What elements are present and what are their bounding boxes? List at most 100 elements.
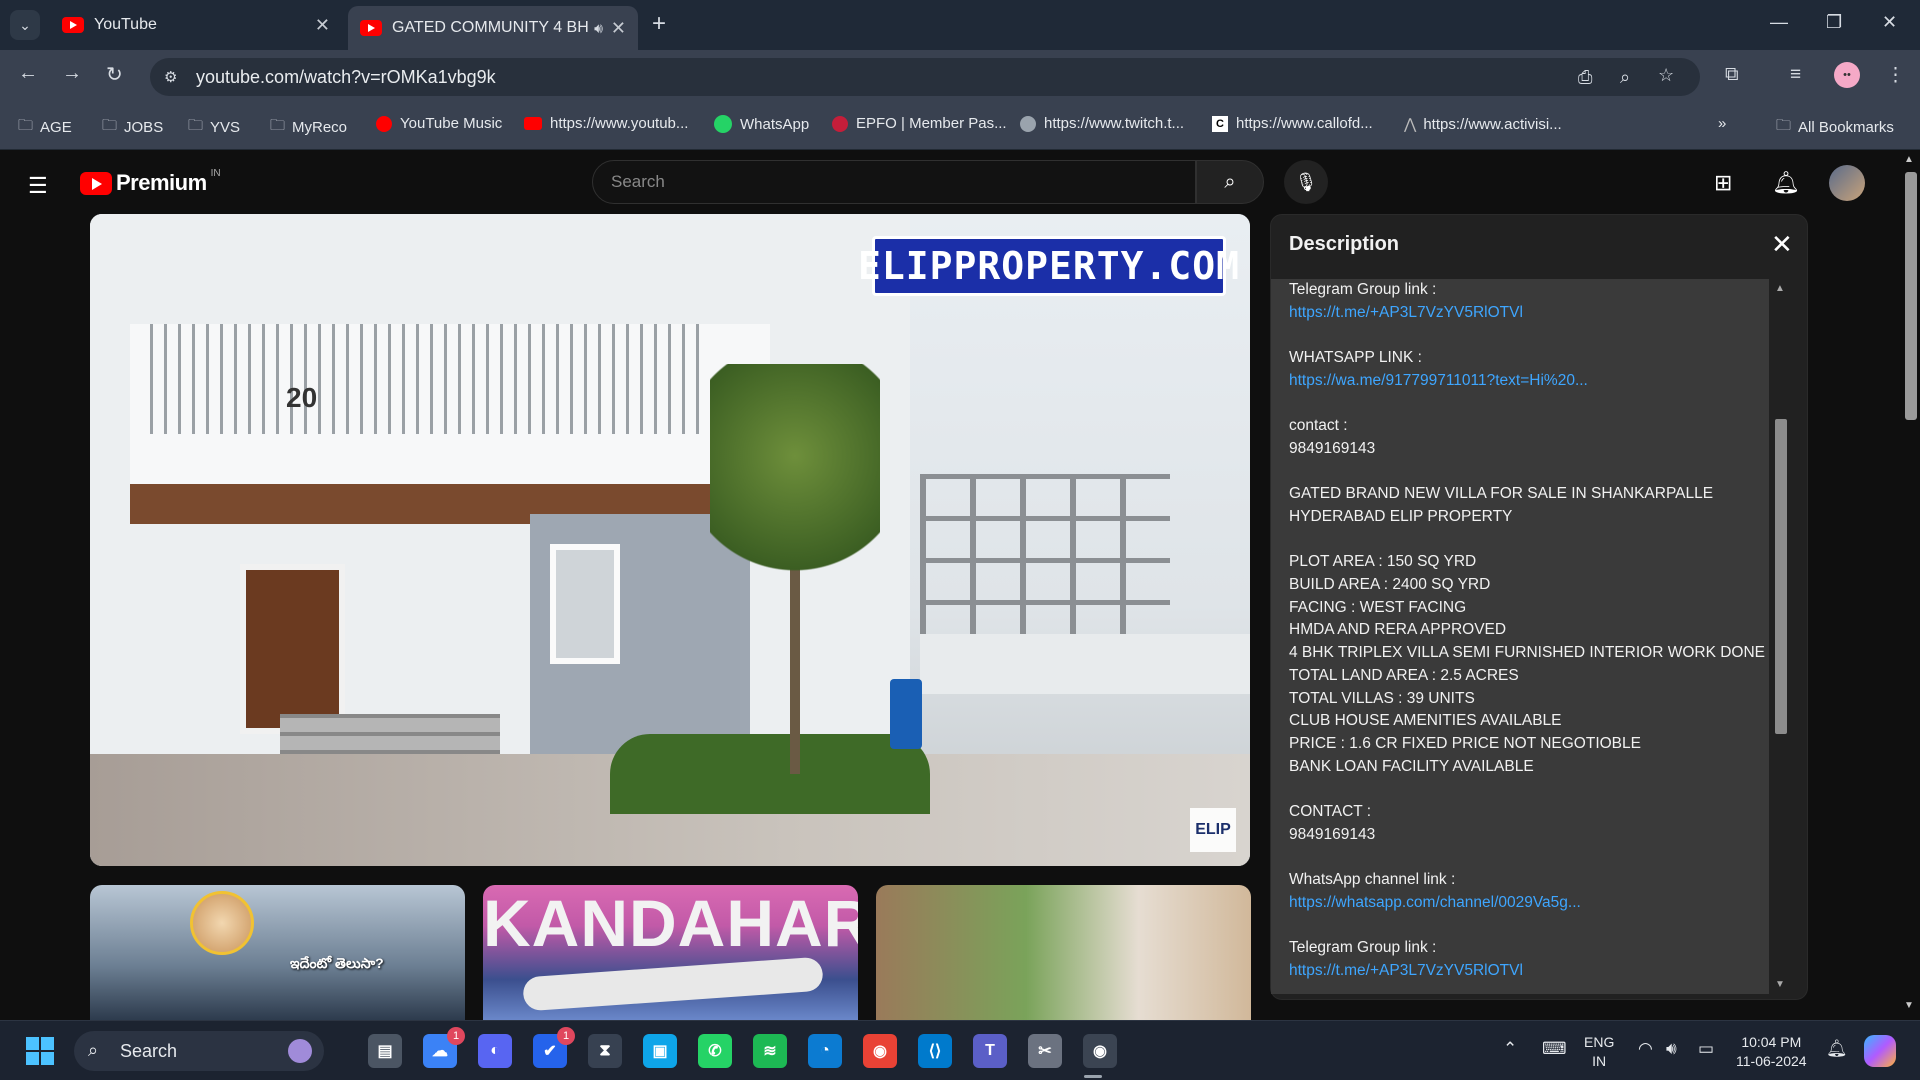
bookmark-myreco[interactable]: 🗀 MyReco [270,115,347,140]
scrollbar-thumb[interactable] [1775,419,1787,734]
wifi-icon[interactable]: ◠ [1638,1039,1653,1059]
activision-icon: ⋀ [1404,116,1417,133]
bookmark-jobs[interactable]: 🗀 JOBS [102,115,163,140]
description-body[interactable]: Telegram Group link : https://t.me/+AP3L7… [1271,279,1769,994]
discord-icon[interactable]: ◐ [478,1034,512,1068]
bookmark-youtube-music[interactable]: YouTube Music [376,115,502,132]
bookmark-epfo[interactable]: EPFO | Member Pas... [832,115,1007,132]
scroll-up-icon[interactable]: ▲ [1904,154,1914,165]
tab-gated-community[interactable]: GATED COMMUNITY 4 BHK 🔊︎ ✕ [348,6,638,50]
keyboard-icon[interactable]: ⌨ [1542,1039,1567,1059]
video-thumbnail[interactable]: KANDAHAR [483,885,858,1020]
profile-avatar[interactable]: •• [1834,62,1860,88]
scroll-down-icon[interactable]: ▼ [1775,979,1785,990]
zoom-icon[interactable]: ⌕ [1620,67,1630,88]
youtube-icon [360,20,382,36]
bookmark-youtube[interactable]: https://www.youtub... [524,115,688,132]
close-icon[interactable]: ✕ [1771,229,1793,260]
file-explorer-icon[interactable]: ▤ [368,1034,402,1068]
all-bookmarks[interactable]: 🗀 All Bookmarks [1776,115,1894,140]
scrollbar-thumb[interactable] [1905,172,1917,420]
language-indicator[interactable]: ENG IN [1584,1033,1614,1071]
vscode-icon[interactable]: ⟨⟩ [918,1034,952,1068]
close-tab-icon[interactable]: ✕ [315,15,330,36]
tab-title: YouTube [94,16,157,33]
tab-youtube[interactable]: YouTube ✕ [50,6,342,44]
remote-desktop-icon[interactable]: ▣ [643,1034,677,1068]
microphone-icon: 🎙︎ [1294,171,1318,192]
tab-search-button[interactable]: ⌄ [10,10,40,40]
globe-icon [1020,115,1036,132]
description-line: CONTACT : [1289,803,1372,821]
chrome-profile-icon[interactable]: ◉ [1083,1034,1117,1068]
menu-icon[interactable]: ⋮ [1886,64,1905,87]
description-scrollbar[interactable]: ▲ ▼ [1771,279,1791,994]
scroll-down-icon[interactable]: ▼ [1904,1000,1914,1011]
copilot-icon[interactable] [1864,1035,1896,1067]
bookmark-yvs[interactable]: 🗀 YVS [188,115,240,140]
bookmarks-overflow[interactable]: » [1718,115,1726,132]
create-video-icon[interactable]: ⊞ [1714,170,1732,196]
page-scrollbar[interactable]: ▲ ▼ [1900,150,1920,1020]
reload-icon[interactable]: ↻ [106,62,123,87]
back-icon[interactable]: ← [18,62,38,85]
show-hidden-icons-icon[interactable]: ⌃ [1503,1039,1517,1059]
timer-icon[interactable]: ⧗ [588,1034,622,1068]
clock-time: 10:04 PM [1741,1034,1802,1050]
speaker-icon[interactable]: 🔊︎ [594,20,603,37]
start-button[interactable] [26,1037,54,1065]
snipping-tool-icon[interactable]: ✂ [1028,1034,1062,1068]
description-link[interactable]: https://whatsapp.com/channel/0029Va5g... [1289,892,1751,915]
search-icon: ⌕ [1224,170,1236,193]
taskbar-search[interactable]: ⌕ Search [74,1031,324,1071]
media-controls-icon[interactable]: ≡ [1790,64,1801,86]
restore-icon[interactable]: ❐ [1826,12,1842,33]
bookmark-activision[interactable]: ⋀ https://www.activisi... [1404,115,1562,134]
channel-badge-icon [190,891,254,955]
new-tab-button[interactable]: + [652,10,666,38]
compound-wall [920,634,1250,694]
forward-icon[interactable]: → [62,62,82,85]
bookmark-callofduty[interactable]: Chttps://www.callofd... [1212,115,1373,132]
description-link[interactable]: https://t.me/+AP3L7VzYV5RlOTVl [1289,960,1751,983]
edge-icon[interactable]: ◔ [808,1034,842,1068]
description-line: CLUB HOUSE AMENITIES AVAILABLE [1289,712,1562,730]
description-link[interactable]: https://wa.me/917799711011?text=Hi%20... [1289,370,1751,393]
bookmark-twitch[interactable]: https://www.twitch.t... [1020,115,1184,132]
search-input[interactable]: Search [592,160,1196,204]
install-app-icon[interactable]: ⎙ [1578,67,1592,88]
battery-icon[interactable]: ▭ [1698,1039,1714,1059]
close-tab-icon[interactable]: ✕ [611,18,626,39]
whatsapp-icon[interactable]: ✆ [698,1034,732,1068]
notifications-icon[interactable]: 🔔︎ [1826,1039,1848,1059]
voice-search-button[interactable]: 🎙︎ [1284,160,1328,204]
description-link[interactable]: https://t.me/+AP3L7VzYV5RlOTVl [1289,302,1751,325]
site-info-icon[interactable]: ⚙ [164,68,177,86]
description-line: 4 BHK TRIPLEX VILLA SEMI FURNISHED INTER… [1289,644,1766,662]
notifications-bell-icon[interactable]: 🔔︎ [1772,170,1800,196]
video-player[interactable]: 20 ELIPPROPERTY.COM ELIP [90,214,1250,866]
volume-icon[interactable]: 🔊︎ [1666,1039,1677,1059]
url-text: youtube.com/watch?v=rOMKa1vbg9k [196,66,496,87]
channel-watermark[interactable]: ELIP [1190,808,1236,852]
bookmark-age[interactable]: 🗀 AGE [18,115,72,140]
bookmark-whatsapp[interactable]: WhatsApp [714,115,809,133]
clock[interactable]: 10:04 PM 11-06-2024 [1736,1033,1807,1071]
spotify-icon[interactable]: ≋ [753,1034,787,1068]
teams-icon[interactable]: T [973,1034,1007,1068]
chrome-icon[interactable]: ◉ [863,1034,897,1068]
search-button[interactable]: ⌕ [1196,160,1264,204]
avatar[interactable] [1829,165,1865,201]
youtube-logo[interactable]: Premium IN [80,168,221,196]
video-thumbnail[interactable] [876,885,1251,1020]
address-bar-row: ← → ↻ ⚙ youtube.com/watch?v=rOMKa1vbg9k … [0,50,1920,100]
hamburger-menu-icon[interactable]: ☰ [28,173,48,199]
close-window-icon[interactable]: ✕ [1882,12,1897,33]
minimize-icon[interactable]: — [1770,12,1788,33]
scroll-up-icon[interactable]: ▲ [1775,283,1785,294]
bookmark-star-icon[interactable]: ☆ [1658,65,1674,86]
address-bar[interactable]: ⚙ youtube.com/watch?v=rOMKa1vbg9k ⎙ ⌕ ☆ [150,58,1700,96]
extensions-icon[interactable]: ⧉ [1725,64,1739,86]
video-thumbnail[interactable]: ఇదేంటో తెలుసా? [90,885,465,1020]
